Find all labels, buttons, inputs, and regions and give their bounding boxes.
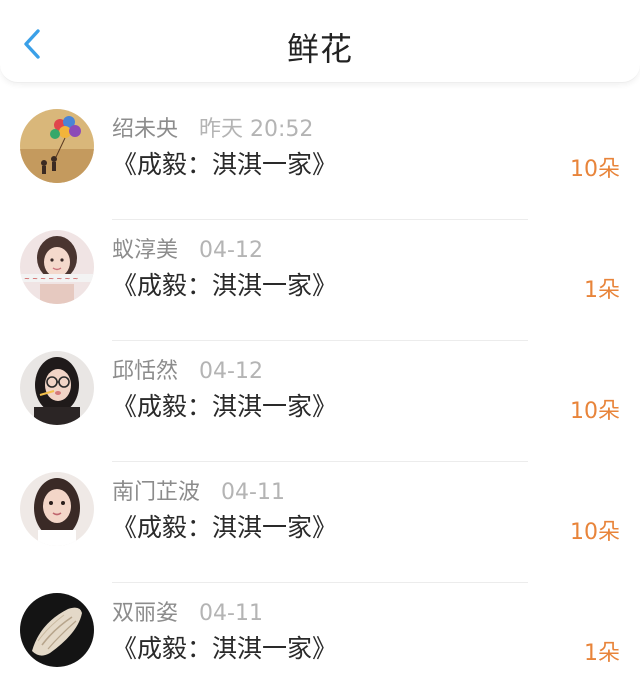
avatar[interactable] [20, 472, 94, 546]
top-bar: 鲜花 [0, 0, 640, 83]
list-item[interactable]: 绍未央 昨天 20:52 《成毅：淇淇一家》 10朵 [0, 99, 640, 220]
timestamp: 04-12 [199, 359, 263, 384]
list-item[interactable]: 南门芷波 04-11 《成毅：淇淇一家》 10朵 [0, 462, 640, 583]
item-meta: 蚁淳美 04-12 [112, 232, 263, 264]
svg-text:~ ~ ~ ~ ~ ~ ~: ~ ~ ~ ~ ~ ~ ~ [24, 275, 79, 283]
user-name[interactable]: 邱恬然 [112, 359, 178, 384]
work-title[interactable]: 《成毅：淇淇一家》 [112, 145, 337, 181]
user-name[interactable]: 双丽姿 [112, 601, 178, 626]
avatar[interactable] [20, 593, 94, 667]
timestamp: 04-11 [221, 480, 285, 505]
flowers-page: 鲜花 绍未央 昨天 20:52 《成毅：淇淇一家》 10朵 ~ ~ ~ ~ ~ … [0, 0, 640, 690]
item-meta: 双丽姿 04-11 [112, 595, 263, 627]
girl-avatar-icon: ~ ~ ~ ~ ~ ~ ~ [20, 230, 94, 304]
list-item[interactable]: 邱恬然 04-12 《成毅：淇淇一家》 10朵 [0, 341, 640, 462]
flower-count: 10朵 [570, 157, 620, 182]
user-name[interactable]: 绍未央 [112, 117, 178, 142]
flower-count: 10朵 [570, 399, 620, 424]
timestamp: 昨天 20:52 [199, 117, 314, 142]
flower-list: 绍未央 昨天 20:52 《成毅：淇淇一家》 10朵 ~ ~ ~ ~ ~ ~ ~ [0, 99, 640, 690]
flower-count: 10朵 [570, 520, 620, 545]
flower-count: 1朵 [584, 641, 620, 666]
item-meta: 绍未央 昨天 20:52 [112, 111, 313, 143]
timestamp: 04-11 [199, 601, 263, 626]
girl-avatar-icon [20, 472, 94, 546]
list-item[interactable]: ~ ~ ~ ~ ~ ~ ~ 蚁淳美 04-12 《成毅：淇淇一家》 1朵 [0, 220, 640, 341]
avatar[interactable]: ~ ~ ~ ~ ~ ~ ~ [20, 230, 94, 304]
work-title[interactable]: 《成毅：淇淇一家》 [112, 629, 337, 665]
item-meta: 南门芷波 04-11 [112, 474, 285, 506]
page-title: 鲜花 [286, 30, 353, 68]
timestamp: 04-12 [199, 238, 263, 263]
user-name[interactable]: 蚁淳美 [112, 238, 178, 263]
flower-count: 1朵 [584, 278, 620, 303]
shell-avatar-icon [20, 593, 94, 667]
avatar[interactable] [20, 109, 94, 183]
list-item[interactable]: 双丽姿 04-11 《成毅：淇淇一家》 1朵 [0, 583, 640, 690]
work-title[interactable]: 《成毅：淇淇一家》 [112, 387, 337, 423]
balloon-avatar-icon [20, 109, 94, 183]
avatar[interactable] [20, 351, 94, 425]
item-meta: 邱恬然 04-12 [112, 353, 263, 385]
work-title[interactable]: 《成毅：淇淇一家》 [112, 508, 337, 544]
work-title[interactable]: 《成毅：淇淇一家》 [112, 266, 337, 302]
glasses-girl-avatar-icon [20, 351, 94, 425]
user-name[interactable]: 南门芷波 [112, 480, 200, 505]
